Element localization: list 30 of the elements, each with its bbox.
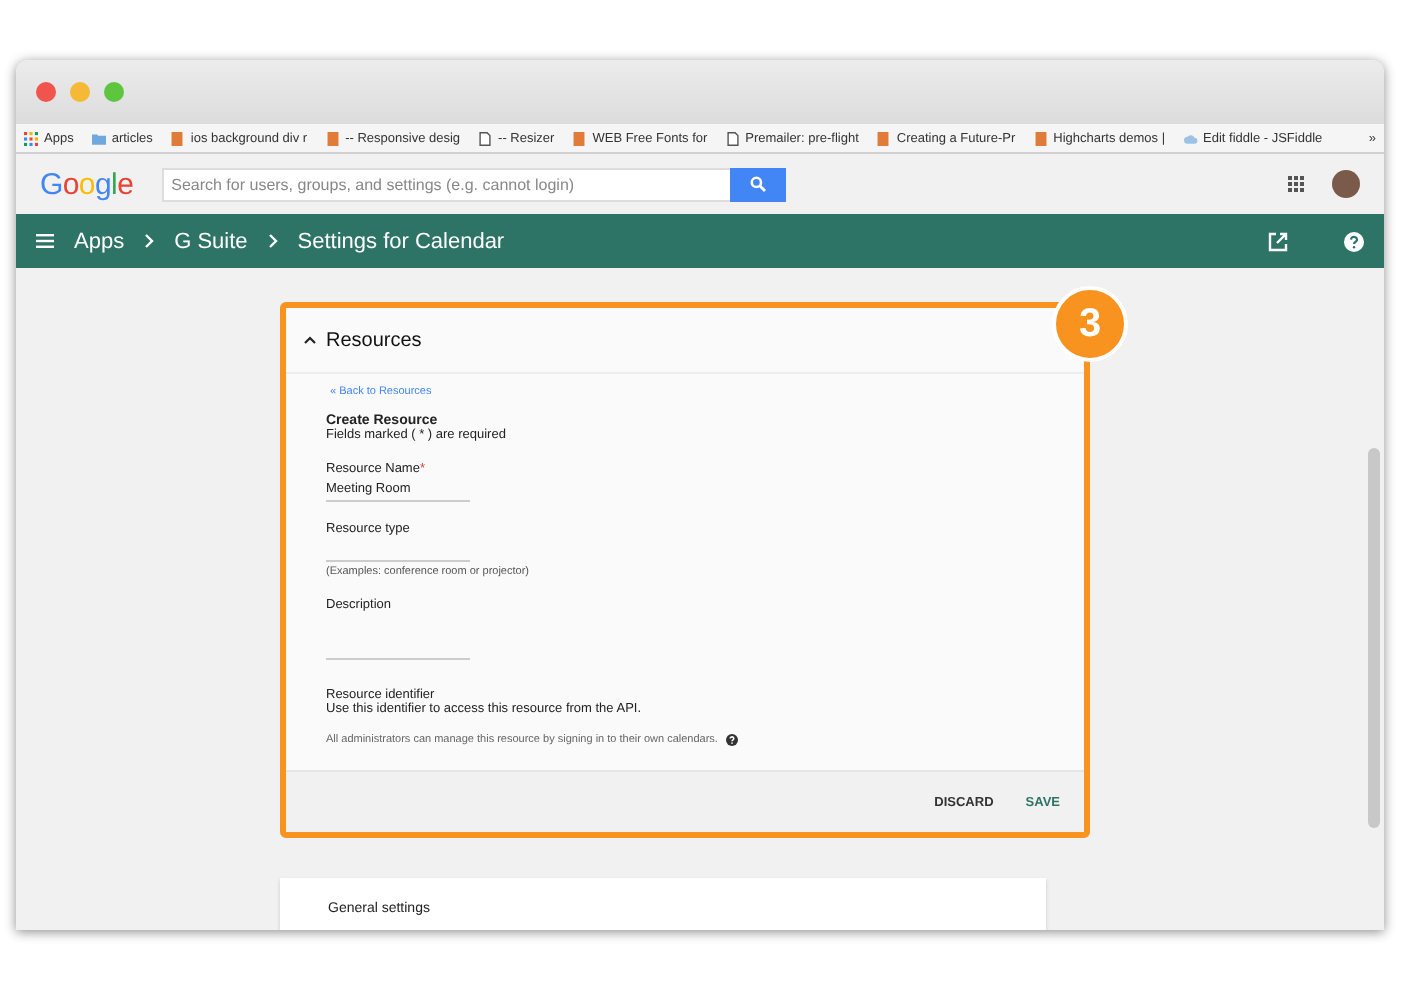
scrollbar[interactable] xyxy=(1368,448,1380,828)
breadcrumb-link[interactable]: Apps xyxy=(74,229,125,253)
page-icon xyxy=(170,131,185,145)
chevron-up-icon xyxy=(304,336,316,344)
search-icon xyxy=(749,176,766,192)
document-icon xyxy=(725,131,740,145)
section-title: Resources xyxy=(326,329,422,351)
open-external-icon[interactable] xyxy=(1268,231,1288,251)
step-number-badge: 3 xyxy=(1052,286,1128,362)
help-icon[interactable] xyxy=(725,734,738,746)
page-icon xyxy=(572,131,587,145)
menu-icon[interactable] xyxy=(36,234,54,248)
help-icon[interactable] xyxy=(1344,231,1364,251)
page-icon xyxy=(325,131,340,145)
apps-grid-icon[interactable] xyxy=(1288,176,1304,192)
chevron-right-icon xyxy=(267,234,278,248)
cloud-icon xyxy=(1183,131,1198,145)
section-header[interactable]: Resources xyxy=(286,308,1024,372)
chevron-right-icon xyxy=(144,234,155,248)
folder-icon xyxy=(91,131,106,145)
breadcrumb-link[interactable]: Settings for Calendar xyxy=(297,229,505,253)
close-window-button[interactable] xyxy=(36,82,56,102)
search-button[interactable] xyxy=(729,167,786,201)
page-icon xyxy=(1033,131,1048,145)
apps-grid-icon xyxy=(24,131,38,145)
page-icon xyxy=(876,131,891,145)
search-field[interactable]: Search for users, groups, and settings (e.g. cannot login) xyxy=(161,167,730,201)
document-icon xyxy=(478,131,493,145)
breadcrumb-link[interactable]: G Suite xyxy=(174,229,248,253)
avatar[interactable] xyxy=(1332,170,1360,198)
